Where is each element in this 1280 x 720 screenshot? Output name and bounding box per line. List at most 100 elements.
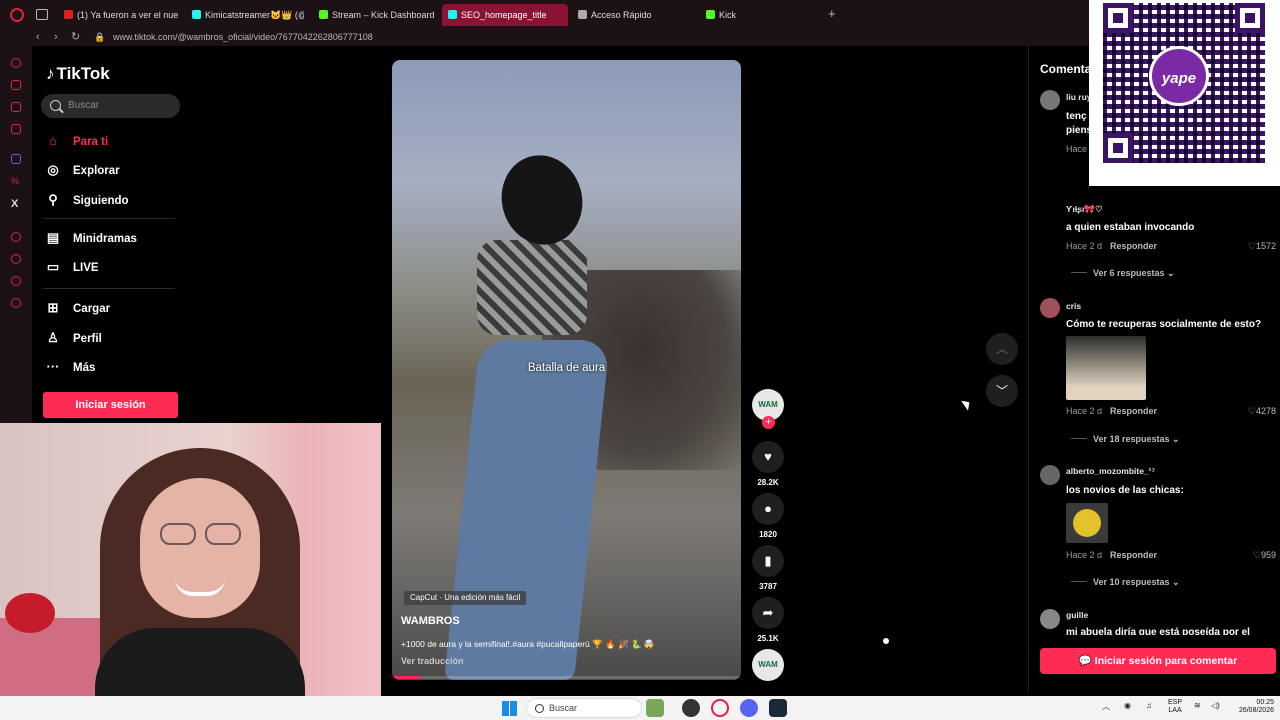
search-placeholder: Buscar bbox=[68, 100, 100, 111]
nav-minidramas[interactable]: ▤ Minidramas bbox=[45, 228, 137, 248]
browser-tab[interactable]: Kimicatstreamer🐱👑 (@k bbox=[186, 4, 304, 26]
video-author[interactable]: WAMBROS bbox=[401, 615, 460, 627]
back-icon[interactable]: ‹ bbox=[36, 30, 40, 44]
comment-avatar[interactable] bbox=[1040, 298, 1060, 318]
tiktok-icon bbox=[192, 10, 201, 19]
lock-icon: 🔒 bbox=[94, 32, 106, 42]
comment-avatar[interactable] bbox=[1040, 90, 1060, 110]
wifi-icon[interactable]: ≋ bbox=[1194, 701, 1201, 710]
browser-tab[interactable]: Stream – Kick Dashboard bbox=[313, 4, 435, 26]
next-video-button[interactable]: ﹀ bbox=[986, 375, 1018, 407]
comment-avatar[interactable] bbox=[1040, 465, 1060, 485]
nav-siguiendo[interactable]: ⚲ Siguiendo bbox=[45, 190, 128, 210]
save-button[interactable]: ▮ bbox=[752, 545, 784, 577]
taskbar-search[interactable]: Buscar bbox=[526, 698, 642, 718]
view-replies-link[interactable]: Ver 10 respuestas ⌄ bbox=[1071, 577, 1180, 588]
widgets-app-icon[interactable] bbox=[646, 699, 664, 717]
microphone-icon[interactable]: ♫ bbox=[1146, 701, 1152, 710]
tab-label: Kimicatstreamer🐱👑 (@k bbox=[205, 10, 304, 20]
nav-explorar[interactable]: ◎ Explorar bbox=[45, 160, 119, 180]
comment-time: Hace 2 d bbox=[1066, 550, 1103, 560]
video-progress-fill bbox=[392, 676, 420, 679]
comment-user[interactable]: Ƴιƚʂι🎀♡ bbox=[1066, 204, 1103, 215]
opera-logo-icon[interactable] bbox=[10, 8, 24, 22]
comment-user[interactable]: alberto_mozombite_¹⁷ bbox=[1066, 466, 1155, 476]
previous-video-button[interactable]: ︿ bbox=[986, 333, 1018, 365]
like-count: 28.2K bbox=[757, 478, 779, 487]
discord-icon[interactable] bbox=[740, 699, 758, 717]
nav-perfil[interactable]: ♙ Perfil bbox=[45, 328, 102, 348]
qr-finder-pattern bbox=[1235, 3, 1265, 33]
share-button[interactable]: ➦ bbox=[752, 597, 784, 629]
comment-text: mi abuela diría que está poseída por el bbox=[1066, 627, 1250, 635]
browser-tab[interactable]: (1) Ya fueron a ver el nuevo bbox=[58, 4, 178, 26]
comment-time: Hace 2 d bbox=[1066, 241, 1103, 251]
play-icon[interactable] bbox=[11, 232, 21, 242]
comment-user[interactable]: guille bbox=[1066, 610, 1088, 620]
comment-user[interactable]: liu ruy bbox=[1066, 92, 1092, 102]
taskbar-clock[interactable]: 00:25 26/08/2026 bbox=[1228, 699, 1274, 715]
sound-avatar[interactable]: WAM bbox=[752, 649, 784, 681]
settings-icon[interactable] bbox=[11, 298, 21, 308]
opera-taskbar-icon[interactable] bbox=[711, 699, 729, 717]
app-icon[interactable] bbox=[682, 699, 700, 717]
messenger-icon[interactable] bbox=[11, 102, 21, 112]
capcut-badge[interactable]: CapCut · Una edición más fácil bbox=[404, 591, 527, 605]
search-input[interactable]: Buscar bbox=[41, 94, 180, 118]
youtube-rail-icon[interactable] bbox=[11, 124, 21, 134]
login-button[interactable]: Iniciar sesión bbox=[43, 392, 178, 418]
video-caption-overlay: Batalla de aura bbox=[527, 362, 606, 374]
comment-button[interactable]: ● bbox=[752, 493, 784, 525]
x-twitter-icon[interactable]: X bbox=[11, 198, 18, 210]
url-field[interactable]: www.tiktok.com/@wambros_oficial/video/76… bbox=[113, 31, 373, 43]
tiktok-logo[interactable]: ♪ TikTok bbox=[46, 64, 110, 84]
twitch-icon[interactable] bbox=[11, 154, 21, 164]
percent-icon[interactable]: % bbox=[11, 176, 21, 186]
history-icon[interactable] bbox=[11, 58, 21, 68]
reply-link[interactable]: Responder bbox=[1110, 406, 1157, 416]
comment-avatar[interactable] bbox=[1040, 609, 1060, 629]
follow-plus-icon[interactable]: + bbox=[762, 416, 775, 429]
nav-cargar[interactable]: ⊞ Cargar bbox=[45, 298, 111, 318]
chat-icon[interactable] bbox=[11, 276, 21, 286]
comment-likes[interactable]: ♡959 bbox=[1253, 550, 1276, 561]
comment-meta: Hace bbox=[1066, 144, 1087, 154]
nav-live[interactable]: ▭ LIVE bbox=[45, 257, 99, 277]
clock-icon[interactable] bbox=[11, 254, 21, 264]
bag-icon[interactable] bbox=[11, 80, 21, 90]
workspaces-icon[interactable] bbox=[36, 9, 48, 20]
view-replies-link[interactable]: Ver 6 respuestas ⌄ bbox=[1071, 268, 1175, 279]
video-dancer-hair bbox=[491, 146, 593, 254]
save-count: 3787 bbox=[759, 582, 777, 591]
grid-icon bbox=[578, 10, 587, 19]
tray-chevron-icon[interactable]: ︿ bbox=[1102, 701, 1110, 712]
reply-link[interactable]: Responder bbox=[1110, 550, 1157, 560]
tiktok-logo-text: TikTok bbox=[56, 64, 110, 83]
forward-icon[interactable]: › bbox=[54, 30, 58, 44]
comment-likes[interactable]: ♡4278 bbox=[1248, 406, 1276, 417]
translate-link[interactable]: Ver traducción bbox=[401, 656, 464, 666]
comment-meta: Hace 2 d Responder bbox=[1066, 241, 1157, 251]
reload-icon[interactable]: ↻ bbox=[71, 30, 80, 44]
browser-tab[interactable]: Acceso Rápido bbox=[572, 4, 692, 26]
browser-tab-active[interactable]: SEO_homepage_title bbox=[442, 4, 568, 26]
compass-icon: ◎ bbox=[47, 162, 59, 177]
tray-app-icon[interactable]: ◉ bbox=[1124, 701, 1131, 710]
windows-start-icon[interactable] bbox=[502, 701, 517, 716]
video-player[interactable]: Batalla de aura CapCut · Una edición más… bbox=[392, 60, 741, 680]
view-replies-link[interactable]: Ver 18 respuestas ⌄ bbox=[1071, 434, 1180, 445]
nav-para-ti[interactable]: ⌂ Para ti bbox=[45, 131, 108, 151]
new-tab-button[interactable]: + bbox=[828, 6, 836, 21]
like-button[interactable]: ♥ bbox=[752, 441, 784, 473]
comment-likes[interactable]: ♡1572 bbox=[1248, 241, 1276, 252]
language-indicator[interactable]: ESP LAA bbox=[1168, 699, 1182, 715]
nav-mas[interactable]: ··· Más bbox=[45, 357, 96, 377]
login-to-comment-button[interactable]: 💬 Iniciar sesión para comentar bbox=[1040, 648, 1276, 674]
volume-icon[interactable]: ◁) bbox=[1211, 701, 1220, 710]
login-to-comment-label: Iniciar sesión para comentar bbox=[1094, 655, 1238, 667]
steam-icon[interactable] bbox=[769, 699, 787, 717]
browser-tab[interactable]: Kick bbox=[700, 4, 820, 26]
reply-link[interactable]: Responder bbox=[1110, 241, 1157, 251]
comment-user[interactable]: cris bbox=[1066, 301, 1081, 311]
video-progress-bar[interactable] bbox=[392, 676, 741, 679]
